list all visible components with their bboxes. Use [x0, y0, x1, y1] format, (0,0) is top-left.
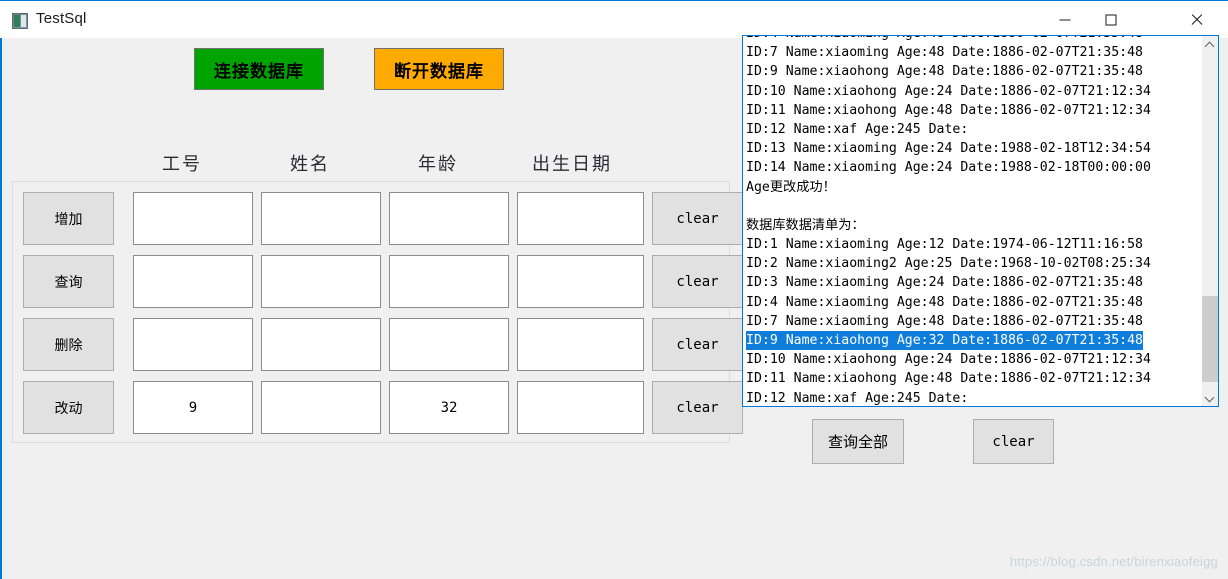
modify-button[interactable]: 改动 — [23, 381, 114, 434]
output-clear-button[interactable]: clear — [973, 419, 1054, 464]
query-date-input[interactable] — [517, 255, 644, 308]
add-name-input[interactable] — [261, 192, 381, 245]
output-log-text: ID:4 Name:xiaoming Age:48 Date:1886-02-0… — [746, 36, 1186, 406]
form-row-delete: 删除 clear — [23, 318, 743, 371]
query-all-button[interactable]: 查询全部 — [812, 419, 904, 464]
column-header-birthdate: 出生日期 — [532, 154, 612, 175]
query-name-input[interactable] — [261, 255, 381, 308]
add-button[interactable]: 增加 — [23, 192, 114, 245]
form-row-query: 查询 clear — [23, 255, 743, 308]
output-line[interactable]: ID:1 Name:xiaoming Age:12 Date:1974-06-1… — [746, 235, 1186, 254]
modify-date-input[interactable] — [517, 381, 644, 434]
output-line[interactable]: ID:10 Name:xiaohong Age:24 Date:1886-02-… — [746, 350, 1186, 369]
add-age-input[interactable] — [389, 192, 509, 245]
add-date-input[interactable] — [517, 192, 644, 245]
output-line[interactable]: ID:2 Name:xiaoming2 Age:25 Date:1968-10-… — [746, 254, 1186, 273]
watermark-text: https://blog.csdn.net/birenxiaofeigg — [1009, 554, 1218, 569]
query-id-input[interactable] — [133, 255, 253, 308]
modify-age-input[interactable] — [389, 381, 509, 434]
form-panel: 增加 clear 查询 clear 删除 clear 改动 9 32 clear — [12, 181, 743, 443]
close-button[interactable] — [1174, 1, 1220, 38]
output-line[interactable]: ID:4 Name:xiaoming Age:48 Date:1886-02-0… — [746, 293, 1186, 312]
chevron-down-icon — [1206, 394, 1214, 402]
maximize-icon — [1105, 14, 1117, 25]
scrollbar-thumb[interactable] — [1202, 296, 1218, 382]
minimize-icon — [1059, 19, 1071, 20]
column-header-name: 姓名 — [290, 154, 330, 175]
disconnect-database-button[interactable]: 断开数据库 — [374, 48, 504, 90]
output-line[interactable]: ID:10 Name:xiaohong Age:24 Date:1886-02-… — [746, 82, 1186, 101]
output-line-selected[interactable]: ID:9 Name:xiaohong Age:32 Date:1886-02-0… — [746, 331, 1143, 351]
chevron-up-icon — [1206, 41, 1214, 49]
delete-age-input[interactable] — [389, 318, 509, 371]
output-line[interactable] — [746, 197, 1186, 216]
scroll-down-button[interactable] — [1202, 389, 1218, 406]
query-button[interactable]: 查询 — [23, 255, 114, 308]
column-header-id: 工号 — [162, 154, 202, 175]
delete-name-input[interactable] — [261, 318, 381, 371]
query-age-input[interactable] — [389, 255, 509, 308]
app-window: TestSql 连接数据库 断开数据库 工号 姓名 年龄 出生日期 增加 cle… — [0, 0, 1228, 579]
output-line[interactable]: ID:11 Name:xiaohong Age:48 Date:1886-02-… — [746, 101, 1186, 120]
modify-id-input[interactable] — [133, 381, 253, 434]
output-line[interactable]: ID:7 Name:xiaoming Age:48 Date:1886-02-0… — [746, 312, 1186, 331]
output-line[interactable]: ID:12 Name:xaf Age:245 Date: — [746, 120, 1186, 139]
delete-id-input[interactable] — [133, 318, 253, 371]
output-line[interactable]: ID:7 Name:xiaoming Age:48 Date:1886-02-0… — [746, 43, 1186, 62]
connect-database-button[interactable]: 连接数据库 — [194, 48, 324, 90]
delete-button[interactable]: 删除 — [23, 318, 114, 371]
window-client-area: 连接数据库 断开数据库 工号 姓名 年龄 出生日期 增加 clear 查询 cl… — [0, 35, 1228, 579]
column-header-age: 年龄 — [418, 154, 458, 175]
window-titlebar: TestSql — [0, 0, 1228, 38]
close-icon — [1190, 13, 1204, 27]
modify-name-input[interactable] — [261, 381, 381, 434]
window-title: TestSql — [36, 10, 87, 27]
form-row-modify: 改动 clear — [23, 381, 743, 434]
output-log-panel[interactable]: ID:4 Name:xiaoming Age:48 Date:1886-02-0… — [742, 35, 1219, 407]
add-clear-button[interactable]: clear — [652, 192, 743, 245]
output-line[interactable]: Age更改成功！ — [746, 178, 1186, 197]
output-line[interactable]: ID:13 Name:xiaoming Age:24 Date:1988-02-… — [746, 139, 1186, 158]
output-line[interactable]: ID:12 Name:xaf Age:245 Date: — [746, 389, 1186, 406]
output-line[interactable]: ID:11 Name:xiaohong Age:48 Date:1886-02-… — [746, 369, 1186, 388]
modify-clear-button[interactable]: clear — [652, 381, 743, 434]
minimize-button[interactable] — [1042, 1, 1088, 38]
output-line[interactable]: ID:9 Name:xiaohong Age:48 Date:1886-02-0… — [746, 62, 1186, 81]
query-clear-button[interactable]: clear — [652, 255, 743, 308]
maximize-button[interactable] — [1088, 1, 1134, 38]
output-scrollbar[interactable] — [1201, 36, 1218, 406]
scroll-up-button[interactable] — [1202, 36, 1218, 53]
output-line[interactable]: ID:4 Name:xiaoming Age:48 Date:1886-02-0… — [746, 36, 1186, 43]
add-id-input[interactable] — [133, 192, 253, 245]
delete-date-input[interactable] — [517, 318, 644, 371]
delete-clear-button[interactable]: clear — [652, 318, 743, 371]
app-icon — [12, 13, 28, 29]
form-row-add: 增加 clear — [23, 192, 743, 245]
output-line[interactable]: 数据库数据清单为： — [746, 216, 1186, 235]
output-line[interactable]: ID:3 Name:xiaoming Age:24 Date:1886-02-0… — [746, 273, 1186, 292]
output-line[interactable]: ID:14 Name:xiaoming Age:24 Date:1988-02-… — [746, 158, 1186, 177]
